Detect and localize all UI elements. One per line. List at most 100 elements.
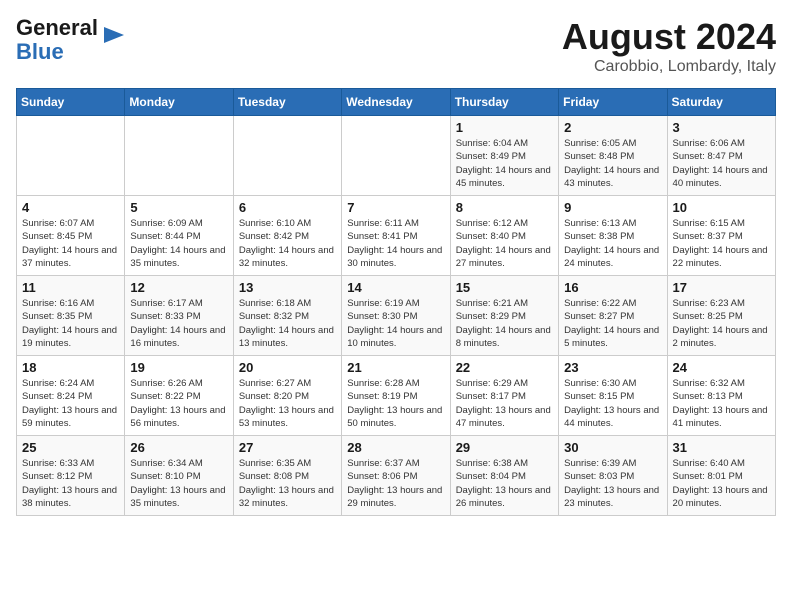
day-header-monday: Monday bbox=[125, 89, 233, 116]
logo-text: General Blue bbox=[16, 16, 98, 64]
day-number: 6 bbox=[239, 200, 336, 215]
calendar-cell: 19 Sunrise: 6:26 AM Sunset: 8:22 PM Dayli… bbox=[125, 356, 233, 436]
day-number: 30 bbox=[564, 440, 661, 455]
day-info: Sunrise: 6:29 AM Sunset: 8:17 PM Dayligh… bbox=[456, 377, 553, 430]
day-number: 21 bbox=[347, 360, 444, 375]
day-info: Sunrise: 6:28 AM Sunset: 8:19 PM Dayligh… bbox=[347, 377, 444, 430]
day-number: 29 bbox=[456, 440, 553, 455]
day-number: 24 bbox=[673, 360, 770, 375]
day-number: 4 bbox=[22, 200, 119, 215]
day-info: Sunrise: 6:30 AM Sunset: 8:15 PM Dayligh… bbox=[564, 377, 661, 430]
day-header-wednesday: Wednesday bbox=[342, 89, 450, 116]
day-info: Sunrise: 6:05 AM Sunset: 8:48 PM Dayligh… bbox=[564, 137, 661, 190]
day-number: 10 bbox=[673, 200, 770, 215]
day-info: Sunrise: 6:12 AM Sunset: 8:40 PM Dayligh… bbox=[456, 217, 553, 270]
day-info: Sunrise: 6:16 AM Sunset: 8:35 PM Dayligh… bbox=[22, 297, 119, 350]
day-info: Sunrise: 6:38 AM Sunset: 8:04 PM Dayligh… bbox=[456, 457, 553, 510]
day-info: Sunrise: 6:34 AM Sunset: 8:10 PM Dayligh… bbox=[130, 457, 227, 510]
month-year-title: August 2024 bbox=[562, 16, 776, 58]
calendar-cell: 4 Sunrise: 6:07 AM Sunset: 8:45 PM Daylig… bbox=[17, 196, 125, 276]
day-info: Sunrise: 6:09 AM Sunset: 8:44 PM Dayligh… bbox=[130, 217, 227, 270]
calendar-cell: 30Sunrise: 6:39 AM Sunset: 8:03 PM Dayli… bbox=[559, 436, 667, 516]
calendar-cell: 16 Sunrise: 6:22 AM Sunset: 8:27 PM Dayli… bbox=[559, 276, 667, 356]
calendar-cell: 23 Sunrise: 6:30 AM Sunset: 8:15 PM Dayli… bbox=[559, 356, 667, 436]
day-number: 3 bbox=[673, 120, 770, 135]
calendar-cell: 26Sunrise: 6:34 AM Sunset: 8:10 PM Dayli… bbox=[125, 436, 233, 516]
day-info: Sunrise: 6:17 AM Sunset: 8:33 PM Dayligh… bbox=[130, 297, 227, 350]
calendar-week-row: 11 Sunrise: 6:16 AM Sunset: 8:35 PM Dayli… bbox=[17, 276, 776, 356]
day-number: 16 bbox=[564, 280, 661, 295]
calendar-cell: 5 Sunrise: 6:09 AM Sunset: 8:44 PM Daylig… bbox=[125, 196, 233, 276]
calendar-cell: 1 Sunrise: 6:04 AM Sunset: 8:49 PM Daylig… bbox=[450, 116, 558, 196]
day-info: Sunrise: 6:33 AM Sunset: 8:12 PM Dayligh… bbox=[22, 457, 119, 510]
title-block: August 2024 Carobbio, Lombardy, Italy bbox=[562, 16, 776, 76]
calendar-cell bbox=[17, 116, 125, 196]
calendar-cell: 21 Sunrise: 6:28 AM Sunset: 8:19 PM Dayli… bbox=[342, 356, 450, 436]
calendar-cell: 13 Sunrise: 6:18 AM Sunset: 8:32 PM Dayli… bbox=[233, 276, 341, 356]
day-info: Sunrise: 6:21 AM Sunset: 8:29 PM Dayligh… bbox=[456, 297, 553, 350]
calendar-cell: 24 Sunrise: 6:32 AM Sunset: 8:13 PM Dayli… bbox=[667, 356, 775, 436]
calendar-cell: 6 Sunrise: 6:10 AM Sunset: 8:42 PM Daylig… bbox=[233, 196, 341, 276]
day-info: Sunrise: 6:32 AM Sunset: 8:13 PM Dayligh… bbox=[673, 377, 770, 430]
calendar-week-row: 4 Sunrise: 6:07 AM Sunset: 8:45 PM Daylig… bbox=[17, 196, 776, 276]
day-number: 25 bbox=[22, 440, 119, 455]
day-number: 22 bbox=[456, 360, 553, 375]
calendar-cell: 3 Sunrise: 6:06 AM Sunset: 8:47 PM Daylig… bbox=[667, 116, 775, 196]
day-number: 19 bbox=[130, 360, 227, 375]
day-info: Sunrise: 6:22 AM Sunset: 8:27 PM Dayligh… bbox=[564, 297, 661, 350]
page-header: General Blue August 2024 Carobbio, Lomba… bbox=[16, 16, 776, 76]
day-info: Sunrise: 6:18 AM Sunset: 8:32 PM Dayligh… bbox=[239, 297, 336, 350]
day-info: Sunrise: 6:15 AM Sunset: 8:37 PM Dayligh… bbox=[673, 217, 770, 270]
calendar-cell: 17 Sunrise: 6:23 AM Sunset: 8:25 PM Dayli… bbox=[667, 276, 775, 356]
day-number: 11 bbox=[22, 280, 119, 295]
day-info: Sunrise: 6:04 AM Sunset: 8:49 PM Dayligh… bbox=[456, 137, 553, 190]
calendar-week-row: 18Sunrise: 6:24 AM Sunset: 8:24 PM Dayli… bbox=[17, 356, 776, 436]
day-number: 18 bbox=[22, 360, 119, 375]
day-number: 2 bbox=[564, 120, 661, 135]
day-info: Sunrise: 6:07 AM Sunset: 8:45 PM Dayligh… bbox=[22, 217, 119, 270]
day-info: Sunrise: 6:10 AM Sunset: 8:42 PM Dayligh… bbox=[239, 217, 336, 270]
day-info: Sunrise: 6:26 AM Sunset: 8:22 PM Dayligh… bbox=[130, 377, 227, 430]
calendar-cell bbox=[342, 116, 450, 196]
day-number: 5 bbox=[130, 200, 227, 215]
day-number: 1 bbox=[456, 120, 553, 135]
day-info: Sunrise: 6:19 AM Sunset: 8:30 PM Dayligh… bbox=[347, 297, 444, 350]
day-header-thursday: Thursday bbox=[450, 89, 558, 116]
day-number: 17 bbox=[673, 280, 770, 295]
day-number: 13 bbox=[239, 280, 336, 295]
calendar-cell: 8 Sunrise: 6:12 AM Sunset: 8:40 PM Daylig… bbox=[450, 196, 558, 276]
calendar-cell: 11 Sunrise: 6:16 AM Sunset: 8:35 PM Dayli… bbox=[17, 276, 125, 356]
day-number: 31 bbox=[673, 440, 770, 455]
day-header-sunday: Sunday bbox=[17, 89, 125, 116]
day-info: Sunrise: 6:06 AM Sunset: 8:47 PM Dayligh… bbox=[673, 137, 770, 190]
calendar-cell: 29 Sunrise: 6:38 AM Sunset: 8:04 PM Dayli… bbox=[450, 436, 558, 516]
day-info: Sunrise: 6:40 AM Sunset: 8:01 PM Dayligh… bbox=[673, 457, 770, 510]
calendar-cell: 9Sunrise: 6:13 AM Sunset: 8:38 PM Daylig… bbox=[559, 196, 667, 276]
location-subtitle: Carobbio, Lombardy, Italy bbox=[562, 58, 776, 76]
day-number: 28 bbox=[347, 440, 444, 455]
day-info: Sunrise: 6:35 AM Sunset: 8:08 PM Dayligh… bbox=[239, 457, 336, 510]
calendar-cell: 7 Sunrise: 6:11 AM Sunset: 8:41 PM Daylig… bbox=[342, 196, 450, 276]
calendar-cell: 25 Sunrise: 6:33 AM Sunset: 8:12 PM Dayli… bbox=[17, 436, 125, 516]
calendar-cell: 28Sunrise: 6:37 AM Sunset: 8:06 PM Dayli… bbox=[342, 436, 450, 516]
calendar-cell: 2 Sunrise: 6:05 AM Sunset: 8:48 PM Daylig… bbox=[559, 116, 667, 196]
calendar-header: SundayMondayTuesdayWednesdayThursdayFrid… bbox=[17, 89, 776, 116]
calendar-cell: 31 Sunrise: 6:40 AM Sunset: 8:01 PM Dayli… bbox=[667, 436, 775, 516]
day-header-tuesday: Tuesday bbox=[233, 89, 341, 116]
day-number: 14 bbox=[347, 280, 444, 295]
calendar-cell: 18Sunrise: 6:24 AM Sunset: 8:24 PM Dayli… bbox=[17, 356, 125, 436]
day-info: Sunrise: 6:11 AM Sunset: 8:41 PM Dayligh… bbox=[347, 217, 444, 270]
calendar-cell: 27 Sunrise: 6:35 AM Sunset: 8:08 PM Dayli… bbox=[233, 436, 341, 516]
calendar-cell bbox=[125, 116, 233, 196]
calendar-week-row: 25 Sunrise: 6:33 AM Sunset: 8:12 PM Dayli… bbox=[17, 436, 776, 516]
day-info: Sunrise: 6:27 AM Sunset: 8:20 PM Dayligh… bbox=[239, 377, 336, 430]
day-number: 8 bbox=[456, 200, 553, 215]
day-number: 12 bbox=[130, 280, 227, 295]
day-info: Sunrise: 6:23 AM Sunset: 8:25 PM Dayligh… bbox=[673, 297, 770, 350]
day-number: 27 bbox=[239, 440, 336, 455]
calendar-cell bbox=[233, 116, 341, 196]
day-number: 23 bbox=[564, 360, 661, 375]
day-number: 7 bbox=[347, 200, 444, 215]
day-number: 15 bbox=[456, 280, 553, 295]
day-number: 20 bbox=[239, 360, 336, 375]
